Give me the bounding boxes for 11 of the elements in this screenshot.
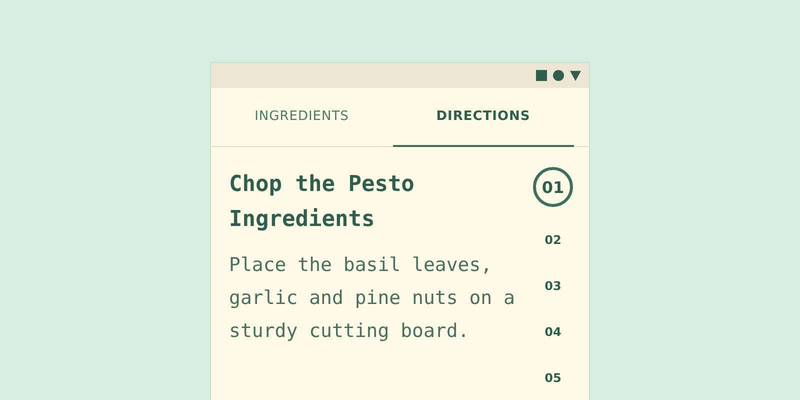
step-number[interactable]: 03: [540, 273, 566, 299]
tab[interactable]: INGREDIENTS: [211, 88, 392, 147]
step-number[interactable]: 01: [533, 167, 573, 207]
step-text: Place the basil leaves, garlic and pine nuts on a sturdy cutting board.: [229, 253, 516, 344]
circle-icon[interactable]: [553, 70, 564, 81]
step-number[interactable]: 04: [540, 319, 566, 345]
step-title: Chop the Pesto Ingredients: [229, 171, 416, 234]
triangle-icon[interactable]: [570, 70, 581, 81]
step-number[interactable]: 02: [540, 227, 566, 253]
tab[interactable]: DIRECTIONS: [392, 88, 574, 147]
step-number[interactable]: 05: [540, 365, 566, 391]
